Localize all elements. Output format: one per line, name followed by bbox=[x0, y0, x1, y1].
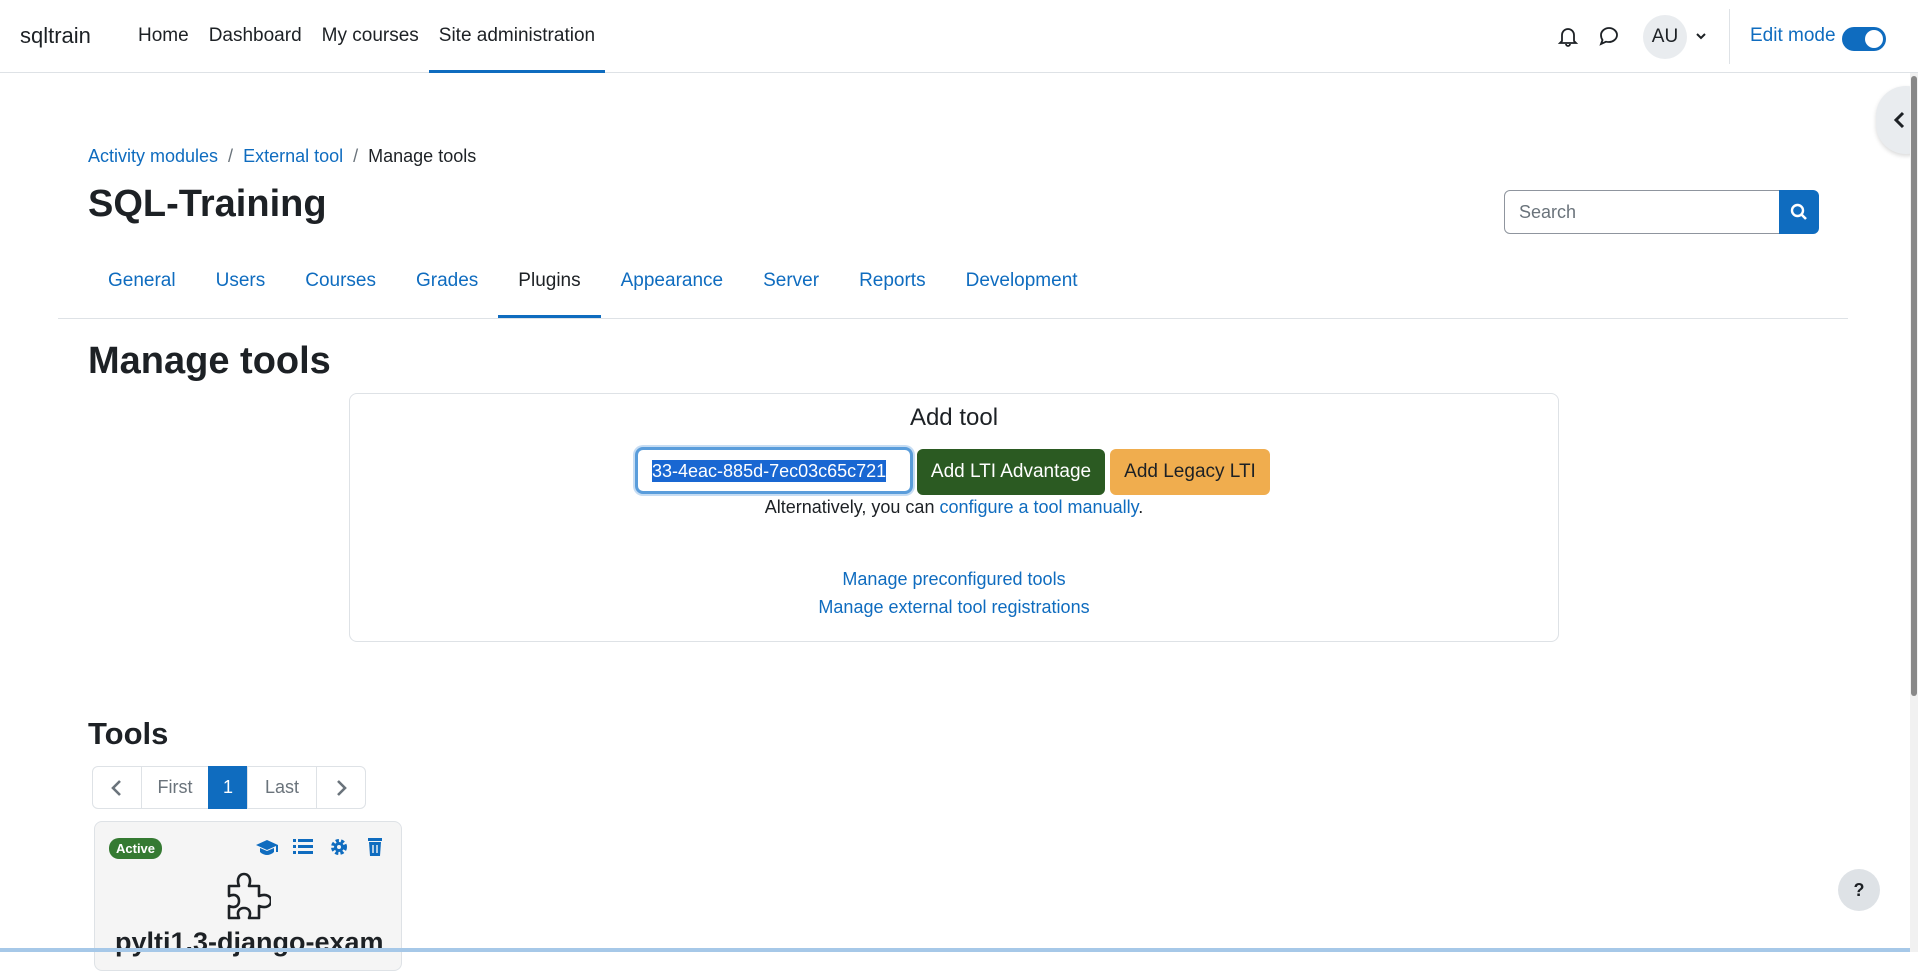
navbar-divider bbox=[1729, 9, 1730, 64]
edit-mode-label: Edit mode bbox=[1750, 25, 1836, 46]
chevron-left-icon bbox=[111, 780, 121, 796]
edit-mode-toggle[interactable] bbox=[1842, 27, 1886, 51]
nav-my-courses[interactable]: My courses bbox=[312, 0, 429, 73]
trash-icon[interactable] bbox=[363, 836, 387, 858]
tab-server[interactable]: Server bbox=[743, 250, 839, 318]
page-1-button[interactable]: 1 bbox=[208, 766, 248, 809]
primary-navigation: Home Dashboard My courses Site administr… bbox=[128, 0, 606, 73]
manage-tool-registrations-link[interactable]: Manage external tool registrations bbox=[818, 597, 1089, 617]
breadcrumb-separator: / bbox=[353, 146, 359, 166]
gear-icon[interactable] bbox=[327, 836, 351, 858]
puzzle-piece-icon bbox=[225, 872, 273, 925]
nav-dashboard[interactable]: Dashboard bbox=[199, 0, 312, 73]
tab-reports[interactable]: Reports bbox=[839, 250, 946, 318]
tool-url-input[interactable]: 33-4eac-885d-7ec03c65c721 bbox=[635, 447, 913, 494]
breadcrumb-manage-tools: Manage tools bbox=[368, 146, 477, 166]
tab-appearance[interactable]: Appearance bbox=[601, 250, 743, 318]
tools-heading: Tools bbox=[88, 716, 169, 751]
tool-registrations-row: Manage external tool registrations bbox=[0, 597, 1908, 618]
tab-grades[interactable]: Grades bbox=[396, 250, 498, 318]
bottom-progress-bar bbox=[0, 948, 1910, 952]
search-button[interactable] bbox=[1779, 190, 1819, 234]
top-navbar: sqltrain Home Dashboard My courses Site … bbox=[0, 0, 1918, 73]
nav-home[interactable]: Home bbox=[128, 0, 199, 73]
toggle-knob bbox=[1865, 30, 1883, 48]
page-title: SQL-Training bbox=[88, 183, 327, 225]
status-badge: Active bbox=[109, 838, 163, 859]
tool-actions bbox=[255, 836, 387, 858]
nav-site-administration[interactable]: Site administration bbox=[428, 0, 606, 73]
tool-name: pylti1.3-django-exam bbox=[115, 927, 384, 957]
admin-search-input[interactable] bbox=[1504, 190, 1780, 234]
pagination: First 1 Last bbox=[92, 766, 366, 809]
previous-page-button[interactable] bbox=[92, 766, 142, 809]
breadcrumb-external-tool[interactable]: External tool bbox=[243, 146, 343, 167]
search-icon bbox=[1790, 203, 1807, 220]
graduation-cap-icon[interactable] bbox=[255, 836, 279, 858]
user-avatar[interactable]: AU bbox=[1643, 15, 1687, 59]
add-tool-title: Add tool bbox=[909, 404, 999, 431]
tab-development[interactable]: Development bbox=[946, 250, 1098, 318]
list-icon[interactable] bbox=[291, 836, 315, 858]
notifications-bell-icon[interactable] bbox=[1556, 24, 1580, 48]
breadcrumb-activity-modules[interactable]: Activity modules bbox=[88, 146, 218, 167]
chevron-right-icon bbox=[337, 780, 347, 796]
add-lti-advantage-button[interactable]: Add LTI Advantage bbox=[917, 449, 1105, 495]
scrollbar-thumb[interactable] bbox=[1911, 76, 1917, 696]
add-legacy-lti-button[interactable]: Add Legacy LTI bbox=[1110, 449, 1270, 495]
tabs-divider bbox=[58, 318, 1848, 319]
messages-chat-icon[interactable] bbox=[1597, 24, 1621, 48]
tab-plugins[interactable]: Plugins bbox=[498, 250, 601, 318]
alternative-config-text: Alternatively, you can configure a tool … bbox=[0, 497, 1908, 518]
tab-courses[interactable]: Courses bbox=[285, 250, 396, 318]
next-page-button[interactable] bbox=[316, 766, 366, 809]
alt-suffix: . bbox=[1138, 497, 1144, 517]
breadcrumb-separator: / bbox=[228, 146, 234, 166]
help-button[interactable]: ? bbox=[1838, 869, 1880, 911]
admin-tabs: General Users Courses Grades Plugins App… bbox=[88, 250, 1098, 318]
preconfigured-tools-row: Manage preconfigured tools bbox=[0, 569, 1908, 590]
breadcrumb: Activity modules / External tool / Manag… bbox=[88, 146, 476, 167]
first-page-button[interactable]: First bbox=[141, 766, 209, 809]
tab-general[interactable]: General bbox=[88, 250, 196, 318]
chevron-left-icon bbox=[1893, 111, 1905, 129]
chevron-down-icon[interactable] bbox=[1694, 29, 1708, 43]
last-page-button[interactable]: Last bbox=[247, 766, 317, 809]
site-brand[interactable]: sqltrain bbox=[20, 23, 91, 49]
manage-preconfigured-tools-link[interactable]: Manage preconfigured tools bbox=[842, 569, 1065, 589]
alt-prefix: Alternatively, you can bbox=[764, 497, 940, 517]
configure-tool-manually-link[interactable]: configure a tool manually bbox=[939, 497, 1138, 517]
tool-url-value: 33-4eac-885d-7ec03c65c721 bbox=[652, 460, 887, 482]
section-title: Manage tools bbox=[88, 340, 331, 382]
tab-users[interactable]: Users bbox=[196, 250, 286, 318]
